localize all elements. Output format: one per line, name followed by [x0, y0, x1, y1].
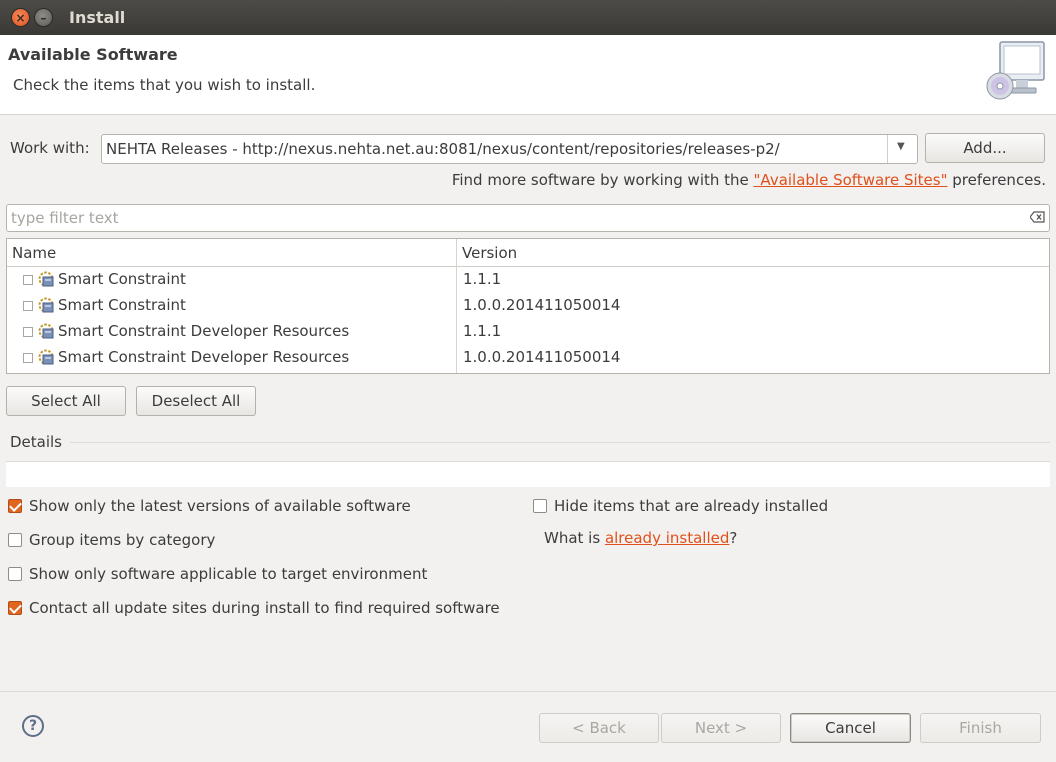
row-name: Smart Constraint Developer Resources — [58, 322, 350, 340]
row-checkbox[interactable] — [23, 327, 33, 337]
details-area — [6, 461, 1050, 487]
what-is-suffix: ? — [729, 529, 738, 547]
target-environment-checkbox[interactable] — [8, 567, 22, 581]
row-version: 1.0.0.201411050014 — [463, 296, 621, 314]
row-checkbox[interactable] — [23, 275, 33, 285]
installable-unit-icon — [38, 297, 54, 313]
latest-versions-label[interactable]: Show only the latest versions of availab… — [29, 497, 411, 515]
row-version: 1.1.1 — [463, 322, 502, 340]
group-by-category-label[interactable]: Group items by category — [29, 531, 215, 549]
table-row[interactable]: Smart Constraint Developer Resources 1.1… — [7, 319, 1049, 345]
page-subtitle: Check the items that you wish to install… — [13, 76, 316, 94]
cancel-button[interactable]: Cancel — [790, 713, 911, 743]
row-version: 1.0.0.201411050014 — [463, 348, 621, 366]
close-window-icon[interactable]: × — [11, 8, 30, 27]
window-titlebar: × – Install — [0, 0, 1056, 35]
available-sites-hint: Find more software by working with the "… — [452, 171, 1046, 189]
filter-input[interactable]: type filter text — [6, 204, 1050, 232]
table-row[interactable]: Smart Constraint 1.1.1 — [7, 267, 1049, 293]
row-name: Smart Constraint — [58, 270, 186, 288]
what-is-installed-text: What is already installed? — [544, 529, 737, 547]
hide-installed-checkbox[interactable] — [533, 499, 547, 513]
dialog-banner: Available Software Check the items that … — [0, 35, 1056, 115]
row-checkbox[interactable] — [23, 301, 33, 311]
hide-installed-label[interactable]: Hide items that are already installed — [554, 497, 828, 515]
back-button[interactable]: < Back — [539, 713, 659, 743]
add-site-button[interactable]: Add... — [925, 133, 1045, 163]
next-button[interactable]: Next > — [661, 713, 781, 743]
software-table: Name Version Smart Constraint 1.1.1 Smar… — [6, 238, 1050, 374]
finish-button[interactable]: Finish — [920, 713, 1041, 743]
what-is-prefix: What is — [544, 529, 605, 547]
help-icon[interactable]: ? — [22, 715, 44, 737]
details-label: Details — [10, 433, 63, 451]
available-software-sites-link[interactable]: "Available Software Sites" — [754, 171, 948, 189]
contact-update-sites-checkbox[interactable] — [8, 601, 22, 615]
page-title: Available Software — [8, 45, 178, 64]
installable-unit-icon — [38, 349, 54, 365]
minimize-window-icon[interactable]: – — [34, 8, 53, 27]
footer-divider — [0, 691, 1056, 692]
contact-update-sites-label[interactable]: Contact all update sites during install … — [29, 599, 500, 617]
work-with-label: Work with: — [10, 139, 90, 157]
column-header-name[interactable]: Name — [12, 244, 56, 262]
window-title: Install — [69, 8, 126, 27]
details-divider — [70, 442, 1050, 443]
latest-versions-checkbox[interactable] — [8, 499, 22, 513]
combo-dropdown-button[interactable]: ▼ — [887, 135, 917, 163]
target-environment-label[interactable]: Show only software applicable to target … — [29, 565, 427, 583]
hint-prefix: Find more software by working with the — [451, 171, 754, 189]
select-all-button[interactable]: Select All — [6, 386, 126, 416]
row-name: Smart Constraint — [58, 296, 186, 314]
deselect-all-button[interactable]: Deselect All — [136, 386, 256, 416]
row-checkbox[interactable] — [23, 353, 33, 363]
chevron-down-icon: ▼ — [897, 141, 905, 152]
installable-unit-icon — [38, 323, 54, 339]
filter-placeholder: type filter text — [11, 209, 119, 227]
table-row[interactable]: Smart Constraint 1.0.0.201411050014 — [7, 293, 1049, 319]
work-with-combo[interactable]: NEHTA Releases - http://nexus.nehta.net.… — [101, 134, 918, 164]
installable-unit-icon — [38, 271, 54, 287]
table-row[interactable]: Smart Constraint Developer Resources 1.0… — [7, 345, 1049, 371]
table-header: Name Version — [7, 239, 1049, 267]
row-version: 1.1.1 — [463, 270, 502, 288]
already-installed-link[interactable]: already installed — [605, 529, 729, 547]
install-monitor-cd-icon — [986, 41, 1045, 100]
clear-filter-icon[interactable] — [1030, 211, 1045, 223]
hint-suffix: preferences. — [947, 171, 1046, 189]
row-name: Smart Constraint Developer Resources — [58, 348, 350, 366]
work-with-value: NEHTA Releases - http://nexus.nehta.net.… — [106, 140, 780, 158]
group-by-category-checkbox[interactable] — [8, 533, 22, 547]
column-header-version[interactable]: Version — [462, 244, 517, 262]
